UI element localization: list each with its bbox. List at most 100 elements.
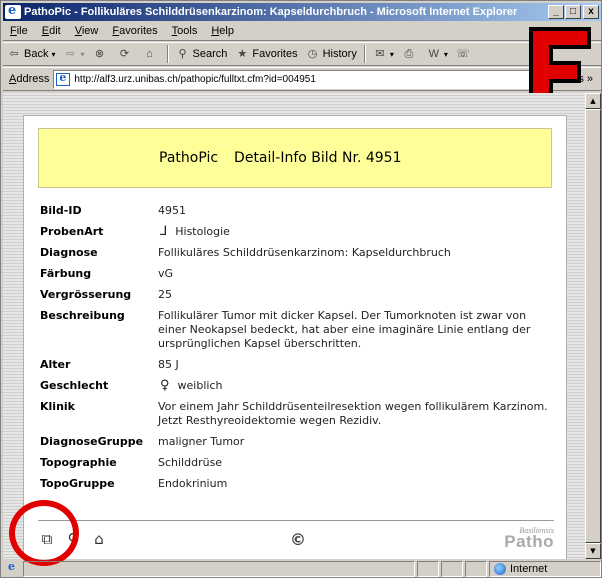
stop-icon: ⊗ (94, 48, 105, 60)
forward-button[interactable]: ⇨ ▾ (59, 44, 88, 64)
status-pane (441, 561, 463, 577)
site-name: PathoPic (159, 150, 219, 166)
field-label: Topographie (40, 456, 117, 469)
status-text-pane (23, 561, 415, 577)
globe-icon (494, 563, 506, 575)
field-label: Alter (40, 358, 71, 371)
detail-row: Alter 85 J (40, 358, 556, 372)
detail-row: Färbung vG (40, 267, 556, 281)
field-value: maligner Tumor (158, 435, 245, 448)
menu-favorites[interactable]: Favorites (105, 25, 164, 37)
title-bar: PathoPic - Follikuläres Schilddrüsenkarz… (3, 3, 601, 21)
field-value: Follikulärer Tumor mit dicker Kapsel. De… (158, 309, 531, 350)
discuss-button[interactable]: ☏ (452, 44, 477, 64)
ie-icon (5, 3, 21, 19)
detail-table: Bild-ID 4951 ProbenArt ⅃ Histologie Diagn… (40, 204, 556, 498)
page-footer: ⧉ ⚲ ⌂ © Basiliensis Patho (24, 520, 568, 559)
field-value-wrap: ⅃ Histologie (158, 225, 556, 239)
female-icon: ♀ (160, 378, 170, 393)
history-button[interactable]: ◷ History (302, 44, 361, 64)
brand-big: Patho (504, 532, 554, 551)
address-bar: Address http://alf3.urz.unibas.ch/pathop… (3, 67, 601, 91)
chevron-down-icon: ▾ (51, 49, 56, 59)
address-url[interactable]: http://alf3.urz.unibas.ch/pathopic/fullt… (74, 74, 316, 85)
stop-button[interactable]: ⊗ (89, 44, 114, 64)
field-value: Endokrinium (158, 477, 228, 490)
field-value: 25 (158, 288, 172, 301)
detail-row: ProbenArt ⅃ Histologie (40, 225, 556, 239)
footer-divider (38, 520, 554, 521)
status-bar: Internet (3, 560, 601, 578)
forward-arrow-icon: ⇨ (65, 48, 76, 60)
back-button[interactable]: ⇦ Back ▾ (3, 44, 59, 64)
minimize-button[interactable]: _ (548, 5, 564, 19)
chevron-down-icon: ▾ (389, 49, 394, 59)
field-label: ProbenArt (40, 225, 104, 238)
chevron-down-icon: ▾ (80, 49, 85, 59)
field-label: Klinik (40, 400, 75, 413)
field-label: DiagnoseGruppe (40, 435, 144, 448)
mail-button[interactable]: ✉ ▾ (369, 44, 398, 64)
status-pane (465, 561, 487, 577)
detail-row: Klinik Vor einem Jahr Schilddrüsenteilre… (40, 400, 556, 428)
detail-row: Topographie Schilddrüse (40, 456, 556, 470)
refresh-button[interactable]: ⟳ (114, 44, 139, 64)
back-label: Back (24, 48, 49, 60)
menu-file[interactable]: File (3, 25, 35, 37)
toolbar-separator (363, 45, 366, 63)
favorites-button[interactable]: ★ Favorites (231, 44, 301, 64)
print-button[interactable]: ⎙ (398, 44, 423, 64)
copyright-icon[interactable]: © (290, 530, 306, 549)
patho-logo[interactable]: Basiliensis Patho (504, 526, 554, 552)
detail-row: Geschlecht ♀ weiblich (40, 379, 556, 393)
history-icon: ◷ (307, 48, 318, 60)
browser-window: PathoPic - Follikuläres Schilddrüsenkarz… (0, 0, 602, 578)
search-icon: ⚲ (178, 48, 187, 60)
field-label: Beschreibung (40, 309, 125, 322)
page-title: Detail-Info Bild Nr. 4951 (234, 150, 402, 166)
edit-button[interactable]: W ▾ (423, 44, 452, 64)
scroll-thumb[interactable] (585, 109, 601, 543)
field-label: Vergrösserung (40, 288, 132, 301)
menu-edit[interactable]: Edit (35, 25, 68, 37)
field-label: Färbung (40, 267, 92, 280)
field-value: vG (158, 267, 174, 280)
field-value: 4951 (158, 204, 186, 217)
window-title: PathoPic - Follikuläres Schilddrüsenkarz… (24, 6, 518, 18)
field-value-wrap: ♀ weiblich (158, 379, 556, 393)
microscope-icon: ⅃ (160, 224, 168, 239)
scroll-down-button[interactable]: ▼ (585, 543, 601, 559)
ie-page-icon (5, 560, 21, 576)
home-button[interactable]: ⌂ (139, 44, 164, 64)
field-label: Bild-ID (40, 204, 82, 217)
menu-view[interactable]: View (68, 25, 106, 37)
security-zone-pane: Internet (489, 561, 601, 577)
search-label: Search (192, 48, 228, 60)
field-value: Schilddrüse (158, 456, 223, 469)
field-value: Histologie (175, 225, 230, 238)
menu-help[interactable]: Help (204, 25, 241, 37)
f-logo-letter: F (527, 25, 528, 26)
search-button[interactable]: ⚲ Search (172, 44, 232, 64)
menu-tools[interactable]: Tools (165, 25, 205, 37)
history-label: History (322, 48, 357, 60)
field-value: weiblich (177, 379, 223, 392)
home-icon[interactable]: ⌂ (90, 530, 108, 548)
maximize-button[interactable]: □ (565, 5, 581, 19)
close-button[interactable]: x (583, 5, 599, 19)
address-input[interactable]: http://alf3.urz.unibas.ch/pathopic/fullt… (53, 69, 549, 89)
refresh-icon: ⟳ (119, 48, 130, 60)
mail-icon: ✉ (375, 48, 385, 60)
detail-row: Beschreibung Follikulärer Tumor mit dick… (40, 309, 556, 351)
page-icon (56, 71, 71, 86)
field-value: Vor einem Jahr Schilddrüsenteilresektion… (158, 400, 548, 427)
page-viewport[interactable]: PathoPic Detail-Info Bild Nr. 4951 Bild-… (3, 93, 585, 559)
word-icon: W (428, 48, 440, 60)
toolbar-separator (166, 45, 169, 63)
menu-bar: File Edit View Favorites Tools Help (3, 22, 601, 41)
detail-row: Diagnose Follikuläres Schilddrüsenkarzin… (40, 246, 556, 260)
scroll-up-button[interactable]: ▲ (585, 93, 601, 109)
vertical-scrollbar[interactable]: ▲ ▼ (585, 93, 601, 559)
field-value: 85 J (158, 358, 179, 371)
detail-row: DiagnoseGruppe maligner Tumor (40, 435, 556, 449)
